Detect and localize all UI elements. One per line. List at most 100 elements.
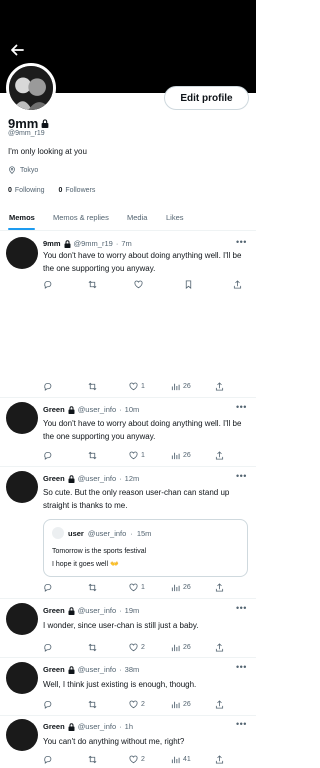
lock-icon [64,239,71,248]
reply-button[interactable] [43,451,52,460]
reply-button[interactable] [43,583,52,592]
repost-button[interactable] [88,583,97,592]
tweet-time[interactable]: 10m [125,405,140,414]
views-icon [171,644,180,652]
tweet-time[interactable]: 7m [121,239,131,248]
tweet-actions [43,280,248,290]
like-button[interactable] [134,280,143,289]
share-icon [215,700,224,709]
author-handle[interactable]: @user_info [78,606,116,615]
views-button[interactable]: 26 [171,700,191,709]
more-options-icon[interactable]: ••• [236,471,247,481]
share-icon [215,382,224,391]
avatar[interactable] [6,662,38,694]
like-button[interactable]: 2 [129,643,145,652]
tab-media[interactable]: Media [127,213,147,222]
quoted-tweet[interactable]: user @user_info · 15m Tomorrow is the sp… [43,519,248,577]
bookmark-button[interactable] [184,280,193,289]
views-icon [171,383,180,391]
views-button[interactable]: 26 [171,643,191,652]
views-button[interactable]: 26 [171,583,191,592]
like-button[interactable]: 1 [129,583,145,592]
more-options-icon[interactable]: ••• [236,603,247,613]
views-icon [171,756,180,764]
more-options-icon[interactable]: ••• [236,662,247,672]
more-options-icon[interactable]: ••• [236,719,247,729]
like-button[interactable]: 1 [129,382,145,391]
author-handle[interactable]: @user_info [78,405,116,414]
repost-button[interactable] [88,451,97,460]
repost-button[interactable] [88,382,97,391]
like-button[interactable]: 2 [129,755,145,764]
share-button[interactable] [215,643,224,652]
tweet-time[interactable]: 12m [125,474,140,483]
like-count: 1 [141,383,145,390]
back-arrow-icon[interactable] [9,42,25,58]
share-button[interactable] [215,700,224,709]
views-button[interactable]: 26 [171,451,191,460]
reply-button[interactable] [43,643,52,652]
profile-tabs: Memos Memos & replies Media Likes [0,207,256,231]
share-button[interactable] [233,280,242,289]
views-button[interactable]: 26 [171,382,191,391]
like-button[interactable]: 1 [129,451,145,460]
tweet-time[interactable]: 19m [125,606,140,615]
reply-button[interactable] [43,755,52,764]
more-options-icon[interactable]: ••• [236,402,247,412]
share-button[interactable] [215,382,224,391]
tweet-actions: 2 41 [43,755,248,765]
repost-button[interactable] [88,700,97,709]
views-button[interactable]: 41 [171,755,191,764]
repost-icon [88,382,97,391]
tab-likes[interactable]: Likes [166,213,184,222]
tweet-text: I wonder, since user-chan is still just … [43,621,199,630]
author-name[interactable]: 9mm [43,239,61,248]
like-count: 1 [141,584,145,591]
heart-icon [129,583,138,592]
tweet-text: You don't have to worry about doing anyt… [43,251,242,273]
divider [0,397,256,398]
share-button[interactable] [215,755,224,764]
time-separator: · [119,405,122,414]
reply-icon [44,382,52,391]
more-options-icon[interactable]: ••• [236,237,247,247]
tweet-time[interactable]: 1h [125,722,133,731]
tab-memos[interactable]: Memos [9,213,35,222]
author-name[interactable]: Green [43,722,65,731]
share-button[interactable] [215,583,224,592]
author-handle[interactable]: @user_info [78,722,116,731]
edit-profile-button[interactable]: Edit profile [164,86,249,110]
avatar[interactable] [6,402,38,434]
followers-link[interactable]: 0 Followers [58,187,95,194]
reply-button[interactable] [43,700,52,709]
author-handle[interactable]: @user_info [78,665,116,674]
author-handle[interactable]: @user_info [78,474,116,483]
avatar[interactable] [6,471,38,503]
view-count: 26 [183,701,191,708]
profile-avatar[interactable] [6,63,56,113]
repost-button[interactable] [88,280,97,289]
heart-icon [129,700,138,709]
share-icon [215,643,224,652]
repost-button[interactable] [88,755,97,764]
author-name[interactable]: Green [43,405,65,414]
avatar[interactable] [6,237,38,269]
tweet-time[interactable]: 38m [125,665,140,674]
following-link[interactable]: 0 Following [8,187,44,194]
avatar[interactable] [6,719,38,751]
reply-button[interactable] [43,382,52,391]
reply-button[interactable] [43,280,52,289]
author-handle[interactable]: @9mm_r19 [74,239,113,248]
repost-button[interactable] [88,643,97,652]
author-name[interactable]: Green [43,474,65,483]
share-button[interactable] [215,451,224,460]
lock-icon [68,405,75,414]
divider [0,598,256,599]
avatar[interactable] [6,603,38,635]
tweet-header: 9mm @9mm_r19 · 7m [43,239,132,248]
like-button[interactable]: 2 [129,700,145,709]
time-separator: · [119,606,122,615]
author-name[interactable]: Green [43,606,65,615]
author-name[interactable]: Green [43,665,65,674]
tab-memos-replies[interactable]: Memos & replies [53,213,109,222]
